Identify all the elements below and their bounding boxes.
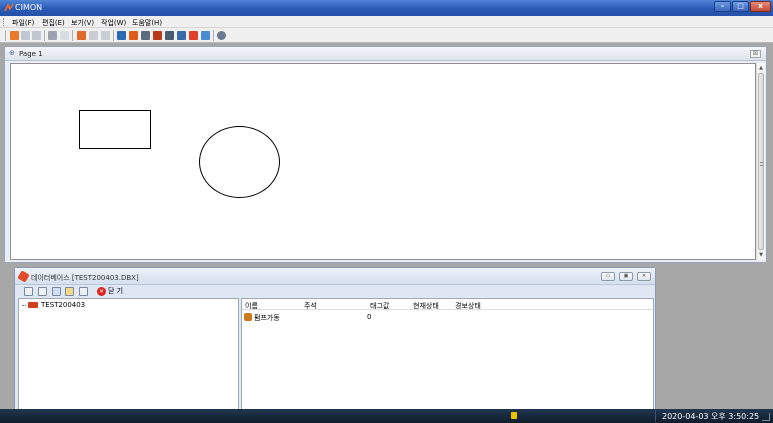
column-comment[interactable]: 주석	[304, 301, 317, 311]
tray-separator	[655, 410, 656, 422]
database-title: 데이터베이스 [TEST200403.DBX]	[31, 274, 139, 282]
taskbar: 2020-04-03 오후 3:50:25	[0, 409, 773, 423]
paste-icon[interactable]	[89, 31, 98, 40]
tree-line	[22, 304, 26, 306]
toolbar-separator	[213, 30, 214, 41]
tree-item[interactable]: TEST200403	[22, 301, 85, 309]
toolbar-separator	[44, 30, 45, 41]
cimon-logo-icon	[4, 3, 14, 12]
user-icon[interactable]	[153, 31, 162, 40]
resize-grip-icon[interactable]	[762, 413, 770, 421]
database-header: 데이터베이스 [TEST200403.DBX] ▭ ▣ ✕	[15, 268, 655, 285]
drawing-canvas[interactable]	[10, 63, 756, 260]
list-view-icon[interactable]	[52, 287, 61, 296]
page-window: ⊕ Page 1 ☒ ▲ ▼	[4, 46, 767, 263]
database-minimize-button[interactable]: ▭	[601, 272, 615, 281]
page-close-button[interactable]: ☒	[750, 50, 761, 58]
table-icon[interactable]	[177, 31, 186, 40]
rectangle-shape[interactable]	[79, 110, 151, 149]
menu-edit[interactable]: 편집(E)	[42, 18, 65, 28]
search-icon[interactable]	[38, 287, 47, 296]
database-close-label-button[interactable]: ✕ 닫 기	[97, 286, 123, 297]
tag-list-pane: 이름 주석 태그값 현재상태 경보상태 펌프가동 0	[241, 298, 654, 412]
home-icon[interactable]	[10, 31, 19, 40]
close-icon: ✕	[97, 286, 106, 296]
tree-pane: TEST200403	[18, 298, 239, 412]
database-node-icon	[28, 302, 38, 308]
detail-view-icon[interactable]	[65, 287, 74, 296]
menu-help[interactable]: 도움말(H)	[132, 18, 162, 28]
menu-view[interactable]: 보기(V)	[71, 18, 94, 28]
list-header: 이름 주석 태그값 현재상태 경보상태	[242, 299, 653, 310]
scroll-up-arrow-icon[interactable]: ▲	[757, 64, 765, 72]
tree-item-label: TEST200403	[41, 301, 86, 309]
monitor-icon[interactable]	[117, 31, 126, 40]
taskbar-clock[interactable]: 2020-04-03 오후 3:50:25	[662, 411, 759, 422]
close-button[interactable]: x	[750, 1, 771, 12]
copy-icon[interactable]	[77, 31, 86, 40]
page-title: Page 1	[19, 50, 43, 58]
row-value: 0	[367, 313, 372, 321]
help-icon[interactable]	[217, 31, 226, 40]
minimize-button[interactable]: –	[714, 1, 731, 12]
database-close-button[interactable]: ✕	[637, 272, 651, 281]
toolbar-separator	[113, 30, 114, 41]
table-row[interactable]: 펌프가동 0	[242, 312, 653, 322]
page-header: ⊕ Page 1 ☒	[5, 47, 766, 61]
print-icon[interactable]	[48, 31, 57, 40]
refresh-icon[interactable]	[79, 287, 88, 296]
title-bar: CIMON – □ x	[0, 0, 773, 16]
network-icon[interactable]	[141, 31, 150, 40]
folder-icon[interactable]	[24, 287, 33, 296]
menu-bar: 파일(F) 편집(E) 보기(V) 작업(W) 도움말(H)	[0, 16, 773, 28]
scroll-down-arrow-icon[interactable]: ▼	[757, 251, 765, 259]
column-tag-value[interactable]: 태그값	[370, 301, 389, 311]
undo-icon[interactable]	[101, 31, 110, 40]
menu-grip	[3, 18, 5, 26]
tray-notification-icon[interactable]	[511, 412, 517, 419]
menu-file[interactable]: 파일(F)	[12, 18, 34, 28]
main-toolbar	[0, 28, 773, 43]
window-title: CIMON	[15, 3, 43, 12]
column-current-status[interactable]: 현재상태	[413, 301, 439, 311]
thumb-grip-icon	[760, 161, 763, 166]
toolbar-separator	[72, 30, 73, 41]
toolbar-separator	[5, 30, 6, 41]
cut-icon[interactable]	[60, 31, 69, 40]
vertical-scrollbar[interactable]: ▲ ▼	[756, 63, 765, 260]
column-name[interactable]: 이름	[245, 301, 258, 311]
pencil-icon[interactable]	[129, 31, 138, 40]
database-window: 데이터베이스 [TEST200403.DBX] ▭ ▣ ✕ ✕ 닫 기 TEST2…	[14, 267, 656, 413]
image-icon[interactable]	[201, 31, 210, 40]
database-icon	[17, 270, 30, 283]
save-icon[interactable]	[32, 31, 41, 40]
row-name: 펌프가동	[254, 314, 280, 322]
maximize-button[interactable]: □	[732, 1, 749, 12]
tag-icon	[244, 313, 252, 321]
open-icon[interactable]	[21, 31, 30, 40]
chart-icon[interactable]	[189, 31, 198, 40]
column-alarm-status[interactable]: 경보상태	[455, 301, 481, 311]
menu-work[interactable]: 작업(W)	[101, 18, 126, 28]
pin-icon[interactable]: ⊕	[9, 50, 16, 57]
close-label: 닫 기	[108, 287, 124, 295]
database-toolbar: ✕ 닫 기	[18, 285, 654, 298]
document-icon[interactable]	[165, 31, 174, 40]
database-restore-button[interactable]: ▣	[619, 272, 633, 281]
scroll-thumb[interactable]	[758, 73, 764, 250]
circle-shape[interactable]	[199, 126, 280, 198]
